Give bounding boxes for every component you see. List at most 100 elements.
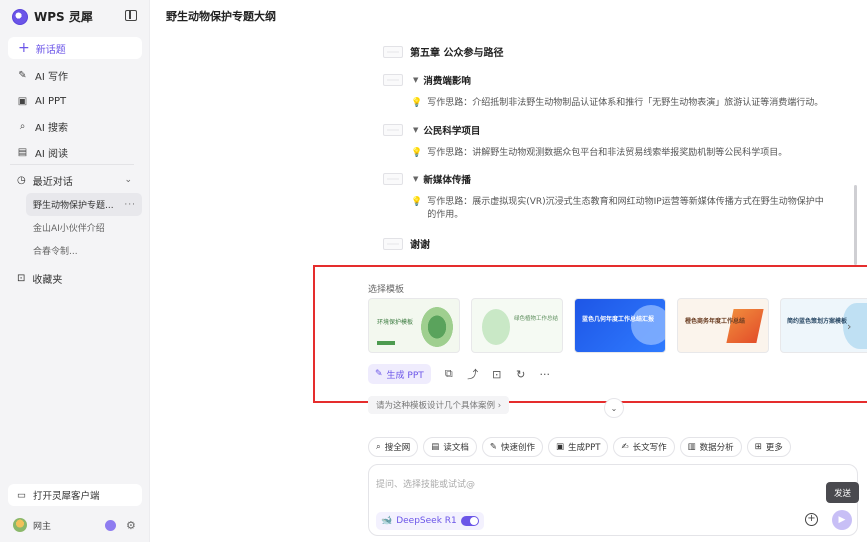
tool-label: 生成PPT [568, 443, 601, 453]
composer[interactable]: 提问、选择技能或试试@ 🐋 DeepSeek R1 + ▶ [368, 464, 858, 536]
conversation-item[interactable]: 合春令制... [26, 239, 142, 262]
avatar[interactable] [13, 518, 27, 532]
scroll-down-icon[interactable]: ⌄ [604, 398, 624, 418]
send-tooltip: 发送 [826, 482, 860, 503]
wps-lingxi-logo-icon [12, 8, 28, 25]
hint-text: 写作思路：讲解野生动物观测数据众包平台和非法贸易线索举报奖励机制等公民科学项目。 [427, 148, 788, 158]
nav-item-ai-search[interactable]: ⌕ AI 搜索 [8, 114, 142, 140]
template-card[interactable]: 环境保护模板 [368, 298, 460, 353]
tool-long-writing[interactable]: ✍ 长文写作 [613, 437, 675, 457]
outline-section[interactable]: ▼ 新媒体传播 [383, 172, 471, 186]
conversation-item[interactable]: 金山AI小伙伴介绍 [26, 216, 142, 239]
favorites-label: 收藏夹 [32, 274, 63, 286]
add-attachment-icon[interactable]: + [805, 513, 818, 526]
app-name: WPS 灵犀 [34, 10, 93, 24]
tool-label: 更多 [765, 443, 783, 453]
conversation-title: 金山AI小伙伴介绍 [33, 224, 105, 234]
copy-icon[interactable]: ⧉ [443, 367, 455, 381]
lightbulb-icon: 💡 [411, 197, 423, 207]
chevron-down-icon: ⌄ [124, 175, 132, 185]
caret-down-icon[interactable]: ▼ [413, 76, 418, 84]
monitor-icon: ▭ [17, 489, 26, 501]
conversation-list: 野生动物保护专题... ··· 金山AI小伙伴介绍 合春令制... [26, 193, 142, 262]
model-selector[interactable]: 🐋 DeepSeek R1 [376, 512, 484, 530]
section-title: 公民科学项目 [423, 126, 481, 137]
more-icon[interactable]: ··· [124, 200, 136, 210]
generate-ppt-button[interactable]: ✎ 生成 PPT [368, 364, 431, 384]
section-hint: 💡 写作思路：讲解野生动物观测数据众包平台和非法贸易线索举报奖励机制等公民科学项… [411, 147, 831, 160]
scrollbar-thumb[interactable] [854, 185, 857, 265]
template-title: 环境保护模板 [377, 319, 414, 326]
nav-item-label: AI 阅读 [35, 148, 68, 160]
chapter-title: 第五章 公众参与路径 [410, 48, 504, 59]
section-title: 新媒体传播 [423, 175, 471, 186]
longtext-icon: ✍ [621, 442, 629, 452]
chevron-right-icon[interactable]: › [847, 320, 851, 333]
conversation-item-active[interactable]: 野生动物保护专题... ··· [26, 193, 142, 216]
template-card[interactable]: 蓝色几何年度工作总结汇报 [574, 298, 666, 353]
tool-read-doc[interactable]: ▤ 读文档 [423, 437, 477, 457]
brand[interactable]: WPS 灵犀 [12, 8, 93, 25]
suggested-prompt[interactable]: 请为这种模板设计几个具体案例 › [368, 396, 510, 414]
slide-thumbnail [383, 124, 403, 136]
send-button[interactable]: ▶ [832, 510, 852, 530]
leaf-illustration [421, 307, 453, 347]
conversation-title: 合春令制... [33, 247, 78, 257]
template-title: 橙色商务年度工作总结 [685, 318, 746, 325]
pen-icon: ✎ [489, 442, 497, 452]
tool-generate-ppt[interactable]: ▣ 生成PPT [547, 437, 609, 457]
recent-conversations-header[interactable]: ◷ 最近对话 ⌄ [8, 170, 142, 190]
tool-search-web[interactable]: ⌕ 搜全网 [368, 437, 419, 457]
tool-data-analysis[interactable]: ▥ 数据分析 [679, 437, 742, 457]
template-card[interactable]: 简约蓝色策划方案模板 [780, 298, 867, 353]
hint-text: 写作思路：介绍抵制非法野生动物制品认证体系和推行「无野生动物表演」旅游认证等消费… [427, 98, 824, 108]
section-hint: 💡 写作思路：介绍抵制非法野生动物制品认证体系和推行「无野生动物表演」旅游认证等… [411, 97, 831, 110]
outline-section[interactable]: ▼ 消费端影响 [383, 73, 471, 87]
nav-item-ai-ppt[interactable]: ▣ AI PPT [8, 89, 142, 115]
nav-item-ai-reading[interactable]: ▤ AI 阅读 [8, 140, 142, 166]
nav-list: ✎ AI 写作 ▣ AI PPT ⌕ AI 搜索 ▤ AI 阅读 [8, 63, 142, 165]
template-card[interactable]: 橙色商务年度工作总结 [677, 298, 769, 353]
book-icon: ▤ [17, 146, 28, 158]
template-title: 蓝色几何年度工作总结汇报 [582, 316, 655, 323]
clock-icon: ◷ [17, 174, 26, 186]
outline-section[interactable]: ▼ 公民科学项目 [383, 123, 480, 137]
open-client-button[interactable]: ▭ 打开灵犀客户端 [8, 484, 142, 506]
new-topic-button[interactable]: + 新话题 [8, 37, 142, 59]
section-hint: 💡 写作思路：展示虚拟现实(VR)沉浸式生态教育和网红动物IP运营等新媒体传播方… [411, 196, 831, 222]
bookmark-icon: ⊡ [17, 272, 26, 284]
nav-item-ai-writing[interactable]: ✎ AI 写作 [8, 63, 142, 89]
conversation-title: 野生动物保护专题... [33, 201, 114, 211]
membership-icon[interactable] [105, 519, 116, 531]
recent-label: 最近对话 [32, 176, 73, 188]
caret-down-icon[interactable]: ▼ [413, 126, 418, 134]
more-icon[interactable]: ··· [539, 368, 551, 381]
tool-quick-create[interactable]: ✎ 快速创作 [481, 437, 543, 457]
slide-thumbnail [383, 45, 403, 58]
composer-placeholder[interactable]: 提问、选择技能或试试@ [376, 477, 475, 490]
template-list: 环境保护模板 绿色植物工作总结 蓝色几何年度工作总结汇报 橙色商务年度工作总结 … [368, 298, 867, 353]
gear-icon[interactable]: ⚙ [126, 520, 137, 531]
share-icon[interactable]: ⤴ [467, 366, 479, 382]
plus-icon: + [18, 40, 30, 56]
search-icon: ⌕ [376, 442, 381, 452]
caret-down-icon[interactable]: ▼ [413, 175, 418, 183]
tool-label: 长文写作 [632, 443, 667, 453]
deep-thinking-toggle[interactable] [460, 516, 479, 526]
doc-icon: ▤ [431, 442, 440, 452]
user-row: 网主 ⚙ [8, 515, 142, 535]
tool-more[interactable]: ⊞ 更多 [746, 437, 791, 457]
grid-icon: ⊞ [754, 442, 762, 452]
tool-label: 快速创作 [500, 443, 535, 453]
slide-thumbnail [383, 173, 403, 185]
deepseek-icon: 🐋 [381, 516, 393, 526]
regenerate-icon[interactable]: ↻ [515, 368, 527, 381]
collapse-sidebar-icon[interactable] [125, 10, 137, 21]
tool-label: 数据分析 [699, 443, 734, 453]
search-icon: ⌕ [19, 121, 26, 133]
bookmark-icon[interactable]: ⊡ [491, 368, 503, 381]
new-topic-label: 新话题 [35, 44, 66, 56]
template-card[interactable]: 绿色植物工作总结 [471, 298, 563, 353]
tool-label: 搜全网 [384, 443, 411, 453]
favorites-item[interactable]: ⊡ 收藏夹 [8, 267, 142, 289]
